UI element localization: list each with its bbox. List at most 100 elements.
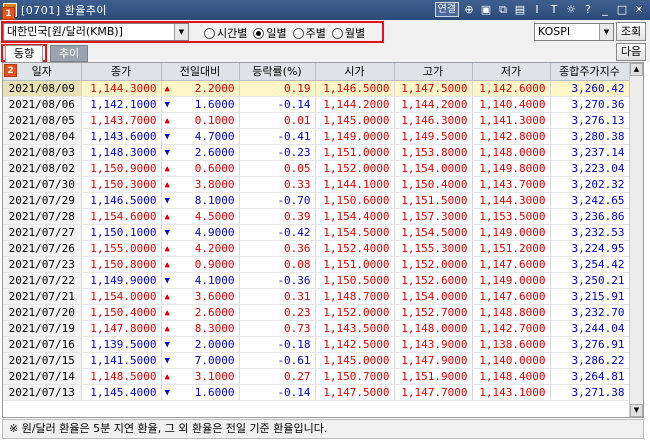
close-icon[interactable]: ✕ <box>632 3 646 17</box>
radio-daily[interactable]: 일별 <box>253 25 287 41</box>
table-row[interactable]: 2021/07/28 1,154.6000 4.5000 ▲ 0.39 1,154.400… <box>3 208 630 225</box>
scroll-down-icon[interactable]: ▼ <box>630 404 643 417</box>
cell-low: 1,142.6000 <box>472 80 551 97</box>
table-row[interactable]: 2021/08/02 1,150.9000 0.6000 ▲ 0.05 1,152.000… <box>3 160 630 177</box>
table-row[interactable]: 2021/08/06 1,142.1000 1.6000 ▼ -0.14 1,144.20… <box>3 96 630 113</box>
help-icon[interactable]: ? <box>581 3 595 17</box>
tab-history[interactable]: 추이 <box>50 45 88 62</box>
col-header-high[interactable]: 고가 <box>394 63 473 81</box>
cell-date: 2021/07/19 <box>3 320 82 337</box>
table-row[interactable]: 2021/08/03 1,148.3000 2.6000 ▼ -0.23 1,151.00… <box>3 144 630 161</box>
col-header-change[interactable]: 전일대비 <box>161 63 240 81</box>
cell-open: 1,148.7000 <box>315 288 395 305</box>
cell-change: 2.2000 ▲ <box>161 80 240 97</box>
index-select[interactable]: KOSPI ▼ <box>534 23 614 41</box>
cell-kospi: 3,276.13 <box>550 112 630 129</box>
col-header-kospi[interactable]: 종합주가지수 <box>550 63 630 81</box>
table-row[interactable]: 2021/07/16 1,139.5000 2.0000 ▼ -0.18 1,142.50… <box>3 336 630 353</box>
table-row[interactable]: 2021/07/27 1,150.1000 4.9000 ▼ -0.42 1,154.50… <box>3 224 630 241</box>
cell-rate: 0.19 <box>239 80 316 97</box>
text-icon[interactable]: T <box>547 3 561 17</box>
cell-kospi: 3,280.38 <box>550 128 630 145</box>
cell-change: 8.1000 ▼ <box>161 192 240 209</box>
table-row[interactable]: 2021/07/20 1,150.4000 2.6000 ▲ 0.23 1,152.000… <box>3 304 630 321</box>
cell-date: 2021/07/20 <box>3 304 82 321</box>
copy-icon[interactable]: ⧉ <box>496 3 510 17</box>
col-header-rate[interactable]: 등락률(%) <box>239 63 316 81</box>
cell-high: 1,146.3000 <box>394 112 473 129</box>
cell-kospi: 3,223.04 <box>550 160 630 177</box>
cell-kospi: 3,215.91 <box>550 288 630 305</box>
cell-close: 1,148.3000 <box>81 144 162 161</box>
cell-high: 1,147.9000 <box>394 352 473 369</box>
table-row[interactable]: 2021/07/15 1,141.5000 7.0000 ▼ -0.61 1,145.00… <box>3 352 630 369</box>
cell-close: 1,141.5000 <box>81 352 162 369</box>
table-row[interactable]: 2021/08/05 1,143.7000 0.1000 ▲ 0.01 1,145.000… <box>3 112 630 129</box>
cell-kospi: 3,270.36 <box>550 96 630 113</box>
tab-trend[interactable]: 동향 <box>5 45 43 62</box>
table-row[interactable]: 2021/07/30 1,150.3000 3.8000 ▲ 0.33 1,144.100… <box>3 176 630 193</box>
table-row[interactable]: 2021/07/29 1,146.5000 8.1000 ▼ -0.70 1,150.60… <box>3 192 630 209</box>
cell-low: 1,143.1000 <box>472 384 551 401</box>
cell-close: 1,154.0000 <box>81 288 162 305</box>
minimize-icon[interactable]: _ <box>598 3 612 17</box>
query-button[interactable]: 조회 <box>616 22 646 41</box>
cell-low: 1,143.7000 <box>472 176 551 193</box>
cell-kospi: 3,250.21 <box>550 272 630 289</box>
up-triangle-icon: ▲ <box>164 83 170 94</box>
table-row[interactable]: 2021/07/13 1,145.4000 1.6000 ▼ -0.14 1,147.50… <box>3 384 630 401</box>
cell-change: 3.1000 ▲ <box>161 368 240 385</box>
next-button[interactable]: 다음 <box>616 43 646 61</box>
table-row[interactable]: 2021/07/21 1,154.0000 3.6000 ▲ 0.31 1,148.700… <box>3 288 630 305</box>
cell-high: 1,155.3000 <box>394 240 473 257</box>
maximize-icon[interactable]: □ <box>615 3 629 17</box>
cell-rate: -0.23 <box>239 144 316 161</box>
table-row[interactable]: 2021/07/14 1,148.5000 3.1000 ▲ 0.27 1,150.700… <box>3 368 630 385</box>
col-header-close[interactable]: 종가 <box>81 63 162 81</box>
table-row[interactable]: 2021/07/26 1,155.0000 4.2000 ▲ 0.36 1,152.400… <box>3 240 630 257</box>
cell-open: 1,151.0000 <box>315 144 395 161</box>
cell-close: 1,143.7000 <box>81 112 162 129</box>
table-row[interactable]: 2021/07/23 1,150.8000 0.9000 ▲ 0.08 1,151.000… <box>3 256 630 273</box>
cell-rate: 0.33 <box>239 176 316 193</box>
scroll-up-icon[interactable]: ▲ <box>630 63 643 76</box>
table-row[interactable]: 2021/07/19 1,147.8000 8.3000 ▲ 0.73 1,143.500… <box>3 320 630 337</box>
cell-change: 2.6000 ▲ <box>161 304 240 321</box>
pin-icon[interactable]: Ⅰ <box>530 3 544 17</box>
cell-close: 1,143.6000 <box>81 128 162 145</box>
cell-date: 2021/07/21 <box>3 288 82 305</box>
cell-close: 1,154.6000 <box>81 208 162 225</box>
screen-icon[interactable]: ▣ <box>479 3 493 17</box>
cell-open: 1,150.7000 <box>315 368 395 385</box>
cell-rate: -0.14 <box>239 96 316 113</box>
radio-monthly[interactable]: 월별 <box>331 25 365 41</box>
radio-hourly[interactable]: 시간별 <box>204 25 247 41</box>
up-triangle-icon: ▲ <box>164 115 170 126</box>
cell-open: 1,152.4000 <box>315 240 395 257</box>
table-row[interactable]: 2021/07/22 1,149.9000 4.1000 ▼ -0.36 1,150.50… <box>3 272 630 289</box>
cell-open: 1,145.0000 <box>315 112 395 129</box>
cell-open: 1,144.2000 <box>315 96 395 113</box>
settings-icon[interactable]: ☼ <box>564 3 578 17</box>
cell-date: 2021/07/15 <box>3 352 82 369</box>
marker-2: 2 <box>4 64 17 77</box>
radio-dot <box>204 27 215 39</box>
cell-date: 2021/08/09 <box>3 80 82 97</box>
cell-close: 1,139.5000 <box>81 336 162 353</box>
cell-high: 1,152.6000 <box>394 272 473 289</box>
link-button[interactable]: 연결 <box>434 2 459 17</box>
lock-icon[interactable]: ⊕ <box>462 3 476 17</box>
radio-weekly[interactable]: 주별 <box>292 25 326 41</box>
tab-bar: 동향 추이 다음 <box>0 43 650 62</box>
table-row[interactable]: 2021/08/09 1,144.3000 2.2000 ▲ 0.19 1,146.500… <box>3 80 630 97</box>
up-triangle-icon: ▲ <box>164 307 170 318</box>
list-icon[interactable]: ▤ <box>513 3 527 17</box>
col-header-low[interactable]: 저가 <box>472 63 551 81</box>
table-row[interactable]: 2021/08/04 1,143.6000 4.7000 ▼ -0.41 1,149.00… <box>3 128 630 145</box>
chevron-down-icon[interactable]: ▼ <box>599 24 613 40</box>
country-select[interactable]: 대한민국[원/달러(KMB)] ▼ <box>3 23 189 41</box>
cell-rate: -0.41 <box>239 128 316 145</box>
col-header-open[interactable]: 시가 <box>315 63 395 81</box>
chevron-down-icon[interactable]: ▼ <box>174 24 188 40</box>
vertical-scrollbar[interactable]: ▲ ▼ <box>629 63 643 417</box>
